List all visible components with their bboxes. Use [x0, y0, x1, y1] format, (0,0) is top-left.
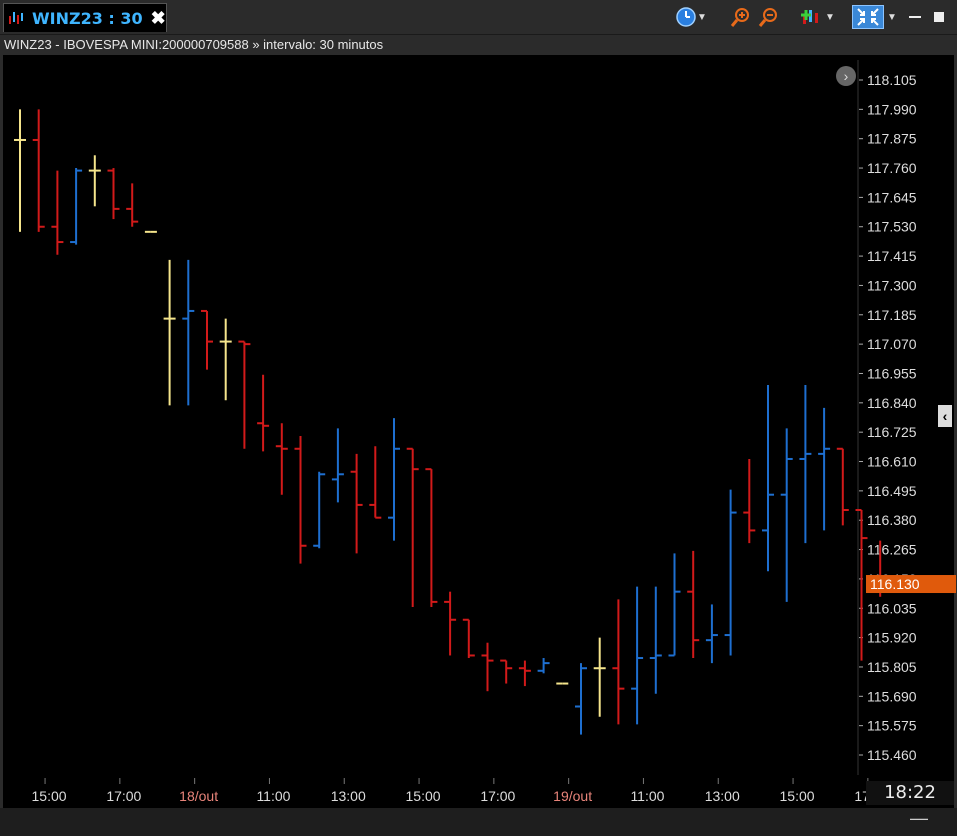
- ohlc-bar: [762, 384, 774, 572]
- ohlc-bar: [126, 183, 139, 227]
- ohlc-bar: [425, 468, 438, 607]
- x-tick-label: 19/out: [553, 788, 592, 804]
- expand-panel-button[interactable]: ‹: [938, 405, 952, 427]
- y-tick-label: 116.725: [867, 424, 917, 440]
- ohlc-bar: [88, 155, 101, 207]
- clock-display: 18:22: [866, 781, 954, 805]
- price-chart[interactable]: 118.105 117.990 117.875 117.760 117.645 117.5…: [0, 0, 957, 808]
- ohlc-bar: [444, 591, 457, 656]
- y-tick-label: 115.690: [867, 688, 917, 704]
- bottom-bar: [0, 808, 957, 836]
- ohlc-bar: [257, 374, 270, 452]
- y-tick-label: 117.185: [867, 307, 917, 323]
- y-tick-label: 117.990: [867, 101, 917, 117]
- y-tick-label: 117.070: [867, 336, 917, 352]
- x-tick-label: 17:00: [106, 788, 141, 804]
- ohlc-bar: [201, 309, 213, 370]
- ohlc-bar: [668, 553, 681, 657]
- ohlc-bar: [182, 259, 195, 406]
- ohlc-bar: [818, 407, 831, 531]
- ohlc-bar: [70, 168, 83, 245]
- ohlc-bar: [575, 663, 587, 735]
- ohlc-bar: [687, 550, 700, 659]
- ohlc-bar: [743, 458, 756, 544]
- y-tick-label: 115.805: [867, 659, 917, 675]
- y-tick-label: 115.575: [867, 718, 917, 734]
- scroll-right-button[interactable]: ›: [836, 66, 856, 86]
- x-tick-label: 15:00: [32, 788, 67, 804]
- chevron-left-icon: ‹: [942, 408, 948, 424]
- x-tick-label: 13:00: [331, 788, 366, 804]
- ohlc-bar: [855, 509, 868, 661]
- ohlc-bar: [163, 259, 176, 406]
- x-tick-label: 15:00: [406, 788, 441, 804]
- y-tick-label: 116.955: [867, 365, 917, 381]
- ohlc-bar: [388, 418, 400, 541]
- ohlc-bar: [14, 109, 26, 232]
- x-tick-label: 11:00: [630, 788, 664, 804]
- ohlc-bar: [331, 428, 344, 503]
- ohlc-bar: [612, 599, 625, 725]
- last-price-label: 116.130: [870, 576, 920, 592]
- y-tick-label: 117.300: [867, 277, 917, 293]
- chevron-right-icon: ›: [843, 68, 849, 84]
- y-tick-label: 116.610: [867, 454, 917, 470]
- ohlc-bar: [350, 453, 363, 554]
- ohlc-bar: [238, 340, 251, 449]
- ohlc-bar: [107, 168, 120, 220]
- x-tick-label: 17:00: [480, 788, 515, 804]
- y-tick-label: 117.530: [867, 219, 917, 235]
- x-tick-label: 13:00: [705, 788, 740, 804]
- ohlc-bar: [32, 109, 45, 232]
- ohlc-bar: [799, 384, 812, 544]
- ohlc-bar: [294, 436, 307, 564]
- ohlc-bar: [462, 618, 475, 659]
- ohlc-bar: [275, 423, 288, 495]
- x-tick-label: 18/out: [179, 788, 218, 804]
- ohlc-bar: [481, 642, 494, 692]
- ohlc-bar: [500, 659, 513, 684]
- y-tick-label: 115.460: [867, 747, 917, 763]
- ohlc-bar: [705, 604, 718, 664]
- y-tick-label: 116.035: [867, 600, 917, 616]
- y-tick-label: 116.840: [867, 395, 917, 411]
- ohlc-bar: [593, 637, 606, 717]
- ohlc-bar: [369, 446, 382, 519]
- ohlc-bar: [836, 447, 849, 526]
- ohlc-bar: [51, 170, 64, 255]
- x-tick-label: 15:00: [780, 788, 815, 804]
- ohlc-bar: [537, 658, 550, 674]
- ohlc-bar: [724, 489, 737, 656]
- y-tick-label: 116.495: [867, 483, 917, 499]
- ohlc-bar: [631, 586, 644, 725]
- ohlc-bar: [219, 318, 232, 401]
- y-tick-label: 115.920: [867, 630, 917, 646]
- y-tick-label: 117.760: [867, 160, 917, 176]
- y-tick-label: 116.265: [867, 542, 917, 558]
- y-tick-label: 117.875: [867, 131, 917, 147]
- y-tick-label: 117.415: [867, 248, 917, 264]
- ohlc-bar: [649, 586, 662, 694]
- y-tick-label: 117.645: [867, 189, 917, 205]
- collapse-icon[interactable]: —: [908, 808, 930, 830]
- ohlc-bar: [518, 660, 531, 687]
- y-tick-label: 118.105: [867, 72, 917, 88]
- x-tick-label: 11:00: [256, 788, 290, 804]
- ohlc-bar: [780, 428, 793, 602]
- y-tick-label: 116.380: [867, 512, 917, 528]
- ohlc-bar: [406, 447, 419, 607]
- ohlc-bar: [313, 471, 326, 549]
